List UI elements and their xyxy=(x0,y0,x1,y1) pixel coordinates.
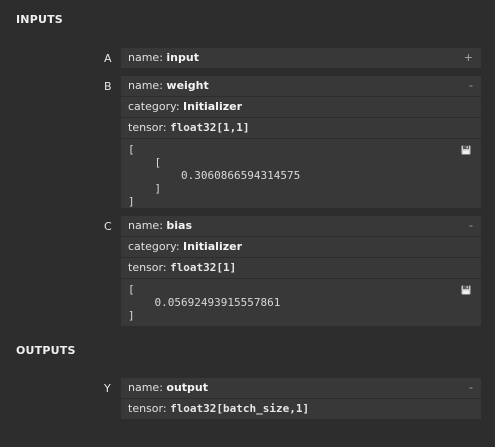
input-card-bias[interactable]: name: bias - category: Initializer tenso… xyxy=(121,216,481,326)
collapse-toggle[interactable]: - xyxy=(469,76,473,96)
name-line: name: input + xyxy=(121,48,481,68)
input-card-weight[interactable]: name: weight - category: Initializer ten… xyxy=(121,76,481,208)
collapse-toggle[interactable]: - xyxy=(469,216,473,236)
tensor-key: tensor: xyxy=(128,402,167,415)
name-line: name: weight - xyxy=(121,76,481,97)
name-key: name: xyxy=(128,219,163,232)
category-line: category: Initializer xyxy=(121,237,481,258)
output-letter-y: Y xyxy=(104,382,111,395)
name-value: weight xyxy=(166,79,209,92)
category-key: category: xyxy=(128,100,180,113)
category-value: Initializer xyxy=(183,240,243,253)
outputs-header: OUTPUTS xyxy=(16,344,76,357)
save-icon[interactable] xyxy=(461,145,471,155)
name-key: name: xyxy=(128,51,163,64)
tensor-key: tensor: xyxy=(128,121,167,134)
input-letter-c: C xyxy=(104,220,112,233)
tensor-value-block: [ [ 0.3060866594314575 ] ] xyxy=(121,139,481,208)
category-key: category: xyxy=(128,240,180,253)
tensor-value-block: [ 0.05692493915557861 ] xyxy=(121,279,481,326)
tensor-value: [ [ 0.3060866594314575 ] ] xyxy=(128,143,301,208)
inputs-header: INPUTS xyxy=(16,13,63,26)
category-value: Initializer xyxy=(183,100,243,113)
tensor-type: float32[1] xyxy=(170,261,237,274)
collapse-toggle[interactable]: - xyxy=(469,378,473,398)
save-icon[interactable] xyxy=(461,285,471,295)
input-card-input[interactable]: name: input + xyxy=(121,48,481,68)
tensor-key: tensor: xyxy=(128,261,167,274)
name-value: bias xyxy=(166,219,193,232)
category-line: category: Initializer xyxy=(121,97,481,118)
name-key: name: xyxy=(128,381,163,394)
output-card-output[interactable]: name: output - tensor: float32[batch_siz… xyxy=(121,378,481,419)
tensor-line: tensor: float32[batch_size,1] xyxy=(121,399,481,419)
tensor-line: tensor: float32[1] xyxy=(121,258,481,279)
name-line: name: output - xyxy=(121,378,481,399)
input-letter-a: A xyxy=(104,52,112,65)
tensor-type: float32[batch_size,1] xyxy=(170,402,310,415)
name-value: input xyxy=(166,51,199,64)
name-value: output xyxy=(166,381,209,394)
input-letter-b: B xyxy=(104,80,112,93)
expand-toggle[interactable]: + xyxy=(464,48,473,68)
name-line: name: bias - xyxy=(121,216,481,237)
tensor-line: tensor: float32[1,1] xyxy=(121,118,481,139)
tensor-value: [ 0.05692493915557861 ] xyxy=(128,283,281,322)
tensor-type: float32[1,1] xyxy=(170,121,250,134)
name-key: name: xyxy=(128,79,163,92)
